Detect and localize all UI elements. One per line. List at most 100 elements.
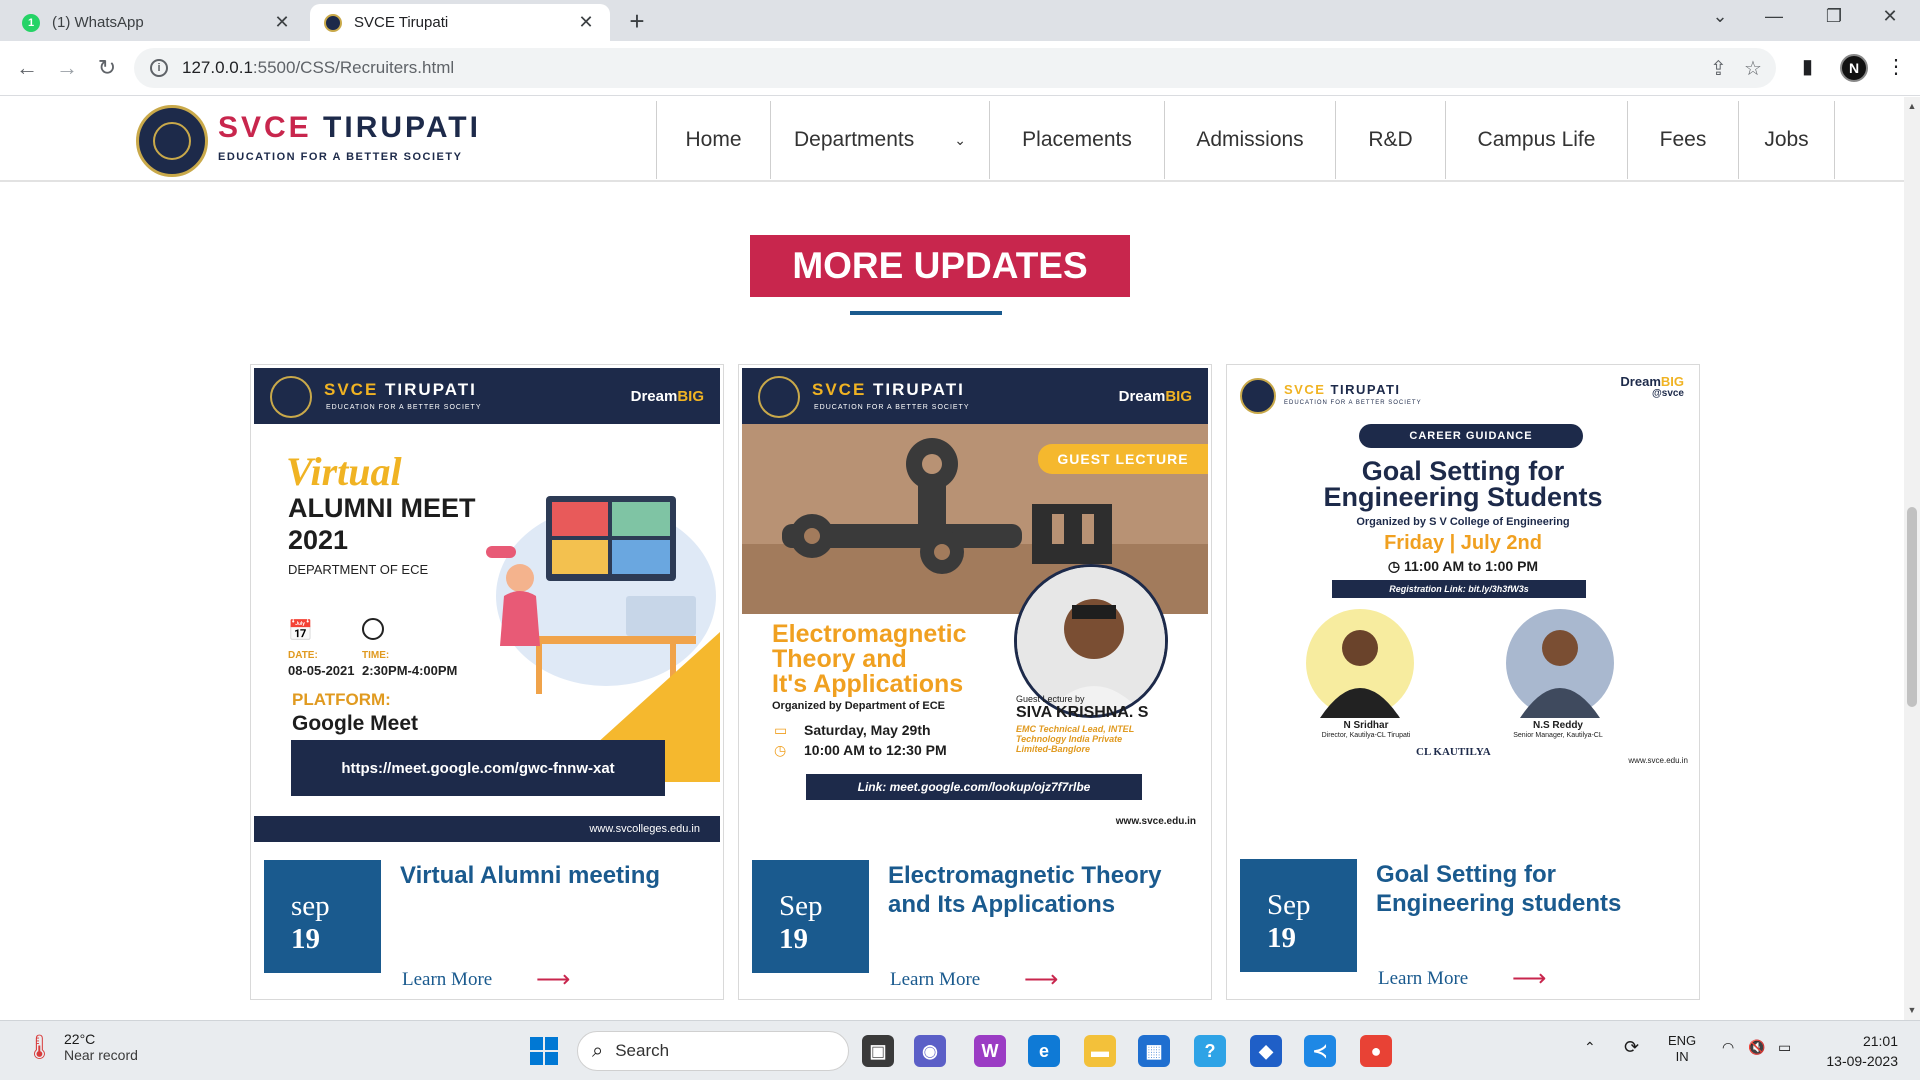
poster-tagline: EDUCATION FOR A BETTER SOCIETY [814,404,970,411]
reload-icon[interactable]: ↻ [92,55,122,81]
browser-tab-strip: 1 (1) WhatsApp ✕ SVCE Tirupati ✕ + ⌄ — ❐… [0,0,1920,41]
arrow-right-icon[interactable]: ⟶ [536,965,570,994]
task-view-icon[interactable]: ▣ [862,1035,894,1067]
learn-more-link[interactable]: Learn More [890,969,980,991]
title-underline [850,311,1002,315]
address-bar[interactable]: i 127.0.0.1:5500/CSS/Recruiters.html ⇪ ☆ [134,48,1776,88]
bookmark-star-icon[interactable]: ☆ [1744,56,1762,81]
nav-jobs[interactable]: Jobs [1738,101,1835,179]
arrow-right-icon[interactable]: ⟶ [1512,964,1546,993]
close-tab-icon[interactable]: ✕ [576,12,596,33]
learn-more-link[interactable]: Learn More [1378,968,1468,990]
poster-script-title: Virtual [286,449,402,494]
logo-tagline: EDUCATION FOR A BETTER SOCIETY [218,151,463,163]
guest-lecture-badge: GUEST LECTURE [1038,444,1208,474]
url-host: 127.0.0.1 [182,58,253,77]
chrome-icon[interactable]: ● [1360,1035,1392,1067]
browser-w-icon[interactable]: W [974,1035,1006,1067]
taskbar-clock[interactable]: 21:01 13-09-2023 [1818,1031,1898,1071]
page-scrollbar[interactable]: ▲ ▼ [1904,97,1920,1020]
poster-seal-icon [758,376,800,418]
back-arrow-icon[interactable]: ← [12,55,42,81]
poster-alumni-meet[interactable]: SVCE TIRUPATI EDUCATION FOR A BETTER SOC… [254,368,720,842]
menu-kebab-icon[interactable]: ⋮ [1886,54,1906,79]
poster-goal-setting[interactable]: SVCE TIRUPATI EDUCATION FOR A BETTER SOC… [1230,368,1696,842]
file-explorer-icon[interactable]: ▬ [1084,1035,1116,1067]
site-info-icon[interactable]: i [150,59,168,77]
restore-icon[interactable]: ❐ [1814,6,1854,27]
share-icon[interactable]: ⇪ [1710,56,1727,81]
nav-rnd[interactable]: R&D [1335,101,1445,179]
windows-start-icon[interactable] [528,1035,560,1067]
tab-whatsapp[interactable]: 1 (1) WhatsApp ✕ [8,4,306,41]
svce-seal-logo[interactable] [136,105,208,177]
dream-big-logo: DreamBIG @svce [1620,374,1684,399]
main-nav: Home Departments ⌄ Placements Admissions … [656,101,1835,179]
side-panel-icon[interactable]: ▮ [1802,54,1813,79]
battery-icon[interactable]: ▭ [1778,1039,1791,1056]
poster-reg-link: Registration Link: bit.ly/3h3fW3s [1332,580,1586,598]
teams-chat-icon[interactable]: ◉ [914,1035,946,1067]
poster-electromagnetic[interactable]: SVCE TIRUPATI EDUCATION FOR A BETTER SOC… [742,368,1208,842]
scroll-thumb[interactable] [1907,507,1917,707]
scroll-up-icon[interactable]: ▲ [1904,101,1920,111]
wifi-icon[interactable]: ◠ [1722,1039,1734,1056]
calendar-icon: 📅 [288,620,313,642]
dream-big-logo: DreamBIG [1118,388,1192,405]
nav-home[interactable]: Home [656,101,770,179]
tray-overflow-chevron-icon[interactable]: ⌃ [1584,1039,1596,1056]
profile-avatar[interactable]: N [1840,54,1868,82]
poster-lecture-link: Link: meet.google.com/lookup/ojz7f7rlbe [806,774,1142,800]
quick-assist-icon[interactable]: ◆ [1250,1035,1282,1067]
clock-icon: ◷ [1387,558,1404,574]
search-icon: ⌕ [592,1039,604,1062]
site-header: SVCE TIRUPATI EDUCATION FOR A BETTER SOC… [0,97,1904,182]
nav-campus-life[interactable]: Campus Life [1445,101,1627,179]
weather-widget[interactable]: 🌡 22°C Near record [24,1031,138,1063]
minimize-icon[interactable]: — [1754,6,1794,27]
poster-header: SVCE TIRUPATI EDUCATION FOR A BETTER SOC… [742,368,1208,424]
microsoft-store-icon[interactable]: ▦ [1138,1035,1170,1067]
thermometer-icon: 🌡 [24,1033,55,1061]
kautilya-logo: CL KAUTILYA [1416,746,1491,758]
nav-placements[interactable]: Placements [989,101,1164,179]
language-indicator[interactable]: ENG IN [1668,1033,1696,1065]
browser-toolbar: ← → ↻ i 127.0.0.1:5500/CSS/Recruiters.ht… [0,41,1920,96]
new-tab-button[interactable]: + [622,6,652,37]
tab-svce[interactable]: SVCE Tirupati ✕ [310,4,610,41]
card-title[interactable]: Virtual Alumni meeting [400,861,690,890]
speakers-photos [1306,609,1614,718]
edge-icon[interactable]: e [1028,1035,1060,1067]
card-title[interactable]: Electromagnetic Theory and Its Applicati… [888,861,1178,919]
url-path: :5500/CSS/Recruiters.html [252,58,455,77]
arrow-right-icon[interactable]: ⟶ [1024,965,1058,994]
poster-header: SVCE TIRUPATI EDUCATION FOR A BETTER SOC… [254,368,720,424]
logo-name-tirupati: TIRUPATI [323,111,481,144]
platform-label: PLATFORM: [292,690,391,709]
nav-departments[interactable]: Departments ⌄ [770,101,989,179]
sync-icon[interactable]: ⟳ [1624,1037,1639,1058]
speaker2-role: Senior Manager, Kautilya-CL [1513,732,1603,739]
nav-departments-label: Departments [794,128,915,151]
forward-arrow-icon[interactable]: → [52,55,82,81]
date-day: 19 [1267,922,1296,954]
close-window-icon[interactable]: ✕ [1870,6,1910,27]
close-tab-icon[interactable]: ✕ [272,12,292,33]
date-label: DATE: [288,650,318,661]
nav-admissions[interactable]: Admissions [1164,101,1335,179]
volume-muted-icon[interactable]: 🔇 [1748,1039,1765,1056]
scroll-down-icon[interactable]: ▼ [1904,1005,1920,1015]
dream-big-logo: DreamBIG [630,388,704,405]
poster-tagline: EDUCATION FOR A BETTER SOCIETY [1284,400,1422,406]
tab-search-chevron-icon[interactable]: ⌄ [1700,6,1740,27]
python-icon[interactable]: ? [1194,1035,1226,1067]
vscode-icon[interactable]: ≺ [1304,1035,1336,1067]
learn-more-link[interactable]: Learn More [402,969,492,991]
nav-fees[interactable]: Fees [1627,101,1738,179]
card-title[interactable]: Goal Setting for Engineering students [1376,860,1666,918]
clock-icon [362,618,384,640]
site-logo[interactable]: SVCE TIRUPATI EDUCATION FOR A BETTER SOC… [218,111,481,163]
speaker1-name: N Sridhar [1343,720,1389,731]
time-label: TIME: [362,650,390,661]
taskbar-search[interactable]: ⌕ Search [577,1031,849,1071]
